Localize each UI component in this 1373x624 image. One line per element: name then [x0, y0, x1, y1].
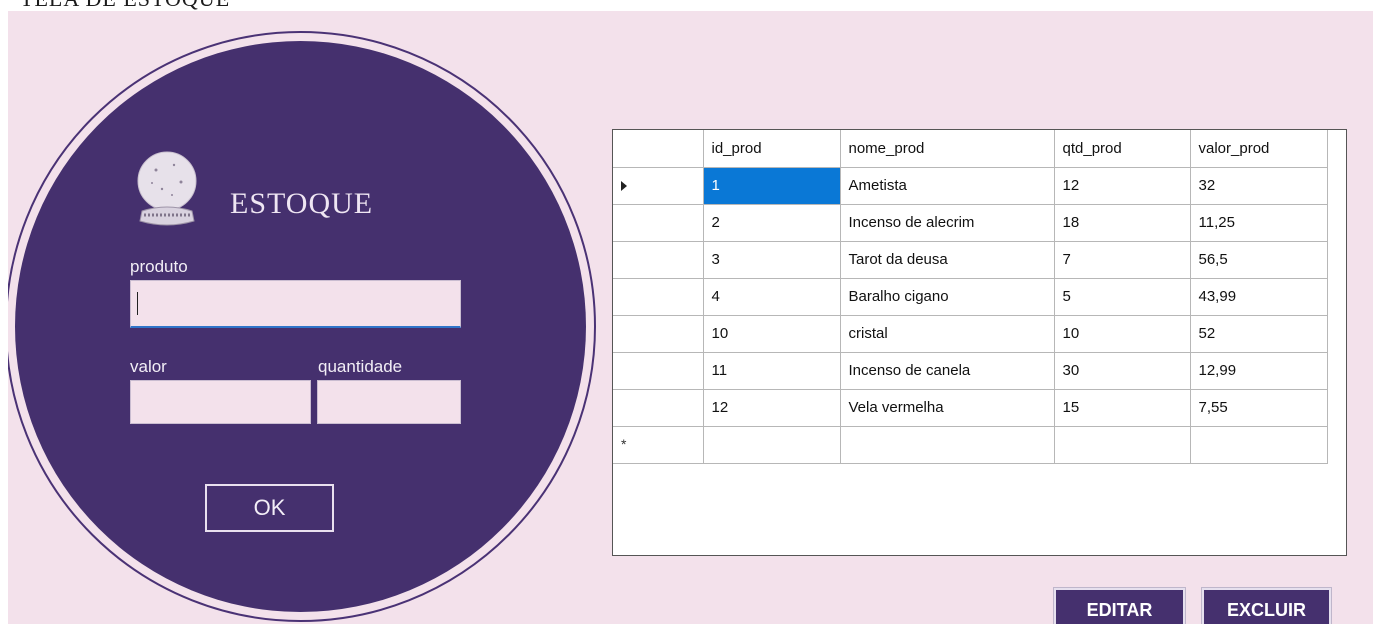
row-selector[interactable] [613, 166, 704, 205]
window-title: TELA DE ESTOQUE [20, 0, 230, 11]
ok-button[interactable]: OK [205, 484, 334, 532]
table-cell[interactable] [1053, 425, 1191, 464]
row-selector[interactable] [613, 203, 704, 242]
table-cell[interactable]: cristal [839, 314, 1055, 353]
table-row[interactable]: 10 cristal 10 52 [613, 314, 1328, 353]
table-cell[interactable]: Baralho cigano [839, 277, 1055, 316]
column-header-nome[interactable]: nome_prod [839, 130, 1055, 168]
column-header-id[interactable]: id_prod [702, 130, 841, 168]
table-cell[interactable]: 30 [1053, 351, 1191, 390]
table-cell[interactable]: Vela vermelha [839, 388, 1055, 427]
table-cell[interactable]: 12 [702, 388, 841, 427]
valor-input[interactable] [131, 381, 310, 423]
valor-label: valor [130, 357, 167, 376]
products-grid[interactable]: id_prod nome_prod qtd_prod valor_prod 1 … [612, 129, 1347, 556]
row-selector[interactable] [613, 277, 704, 316]
table-row[interactable]: 2 Incenso de alecrim 18 11,25 [613, 203, 1328, 242]
column-header-valor[interactable]: valor_prod [1189, 130, 1328, 168]
table-cell[interactable] [839, 425, 1055, 464]
column-header-qtd[interactable]: qtd_prod [1053, 130, 1191, 168]
table-cell[interactable]: 15 [1053, 388, 1191, 427]
table-row[interactable]: 1 Ametista 12 32 [613, 166, 1328, 205]
table-cell[interactable]: Incenso de canela [839, 351, 1055, 390]
delete-button[interactable]: EXCLUIR [1201, 587, 1332, 624]
table-cell[interactable]: Incenso de alecrim [839, 203, 1055, 242]
table-cell[interactable]: 2 [702, 203, 841, 242]
table-cell[interactable]: 56,5 [1189, 240, 1328, 279]
table-cell[interactable]: 12 [1053, 166, 1191, 205]
table-row[interactable]: 3 Tarot da deusa 7 56,5 [613, 240, 1328, 279]
table-cell[interactable]: 32 [1189, 166, 1328, 205]
table-cell[interactable]: 7,55 [1189, 388, 1328, 427]
table-cell[interactable]: 10 [1053, 314, 1191, 353]
table-cell[interactable] [1189, 425, 1328, 464]
new-row-marker: * [621, 436, 627, 452]
table-cell[interactable]: 18 [1053, 203, 1191, 242]
table-cell[interactable]: Tarot da deusa [839, 240, 1055, 279]
quantidade-field[interactable] [317, 380, 461, 424]
table-cell[interactable]: 5 [1053, 277, 1191, 316]
table-cell[interactable]: Ametista [839, 166, 1055, 205]
row-selector[interactable] [613, 351, 704, 390]
row-selector[interactable] [613, 388, 704, 427]
table-cell[interactable]: 12,99 [1189, 351, 1328, 390]
edit-button[interactable]: EDITAR [1053, 587, 1186, 624]
produto-label: produto [130, 257, 188, 276]
row-selector[interactable] [613, 240, 704, 279]
brand-label: ESTOQUE [230, 187, 374, 220]
window-title-strip: TELA DE ESTOQUE [0, 0, 1373, 11]
quantidade-label: quantidade [318, 357, 403, 376]
table-cell[interactable]: 11 [702, 351, 841, 390]
table-cell[interactable]: 7 [1053, 240, 1191, 279]
text-caret [137, 292, 138, 315]
produto-field[interactable] [130, 280, 461, 328]
table-cell[interactable]: 4 [702, 277, 841, 316]
table-cell[interactable] [702, 425, 841, 464]
table-cell[interactable]: 52 [1189, 314, 1328, 353]
row-selector[interactable] [613, 314, 704, 353]
table-cell[interactable]: 3 [702, 240, 841, 279]
table-row[interactable]: 11 Incenso de canela 30 12,99 [613, 351, 1328, 390]
form-background: ESTOQUE produto valor quantidade OK id_p… [8, 11, 1373, 624]
valor-field[interactable] [130, 380, 311, 424]
grid-header-row: id_prod nome_prod qtd_prod valor_prod [613, 130, 1328, 168]
current-row-arrow-icon [621, 181, 627, 192]
table-cell[interactable]: 11,25 [1189, 203, 1328, 242]
row-selector[interactable]: * [613, 425, 704, 464]
table-cell[interactable]: 43,99 [1189, 277, 1328, 316]
new-row[interactable]: * [613, 425, 1328, 464]
table-row[interactable]: 12 Vela vermelha 15 7,55 [613, 388, 1328, 427]
table-row[interactable]: 4 Baralho cigano 5 43,99 [613, 277, 1328, 316]
quantidade-input[interactable] [318, 381, 460, 423]
row-header-corner [613, 130, 704, 168]
table-cell[interactable]: 10 [702, 314, 841, 353]
produto-input[interactable] [131, 281, 460, 326]
table-cell[interactable]: 1 [702, 166, 841, 205]
crystal-ball-icon [137, 151, 197, 226]
